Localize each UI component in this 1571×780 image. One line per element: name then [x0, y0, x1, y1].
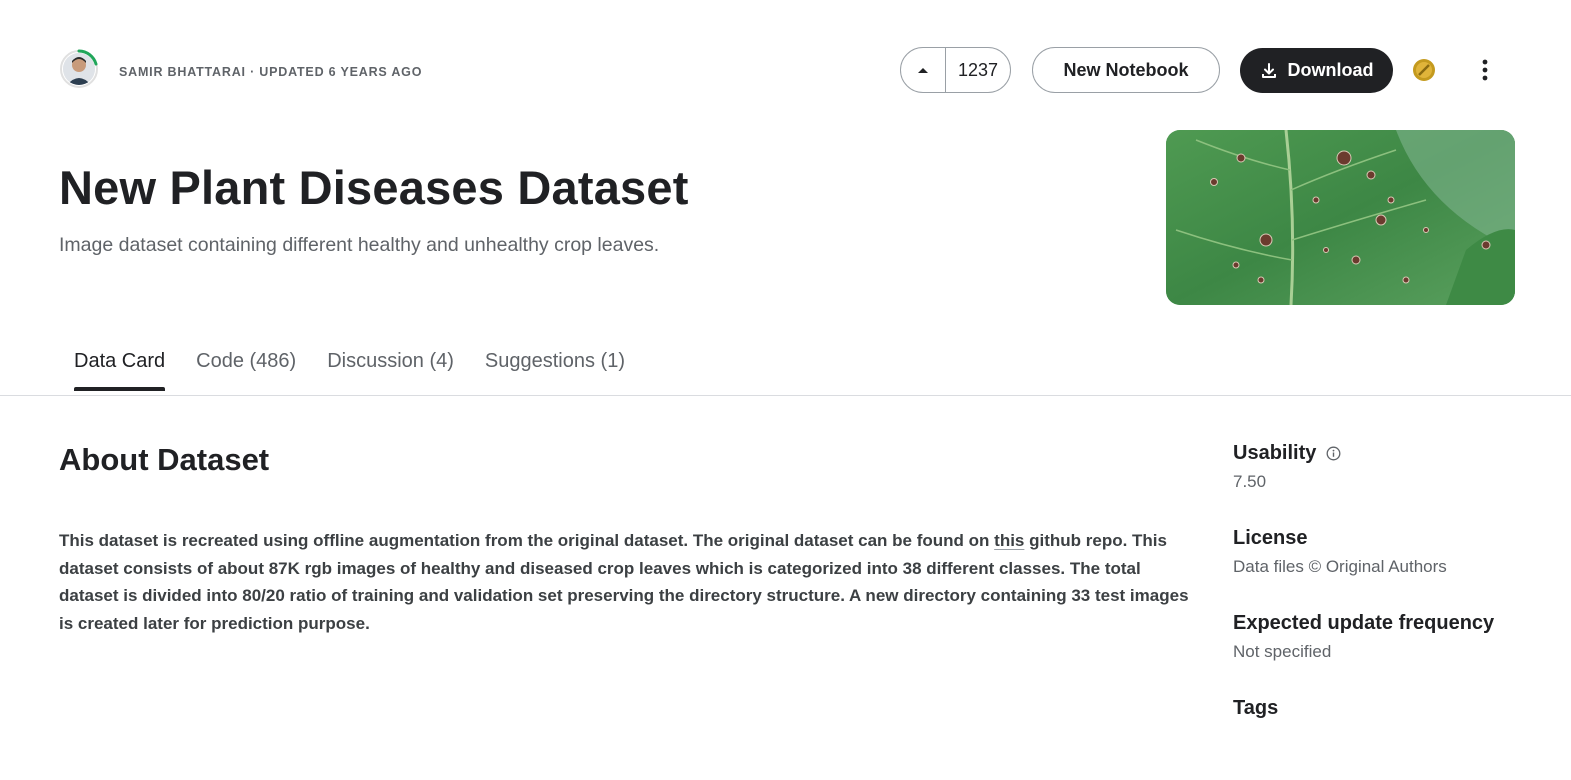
tab-code[interactable]: Code (486) [196, 350, 296, 391]
upvote-button[interactable] [901, 48, 946, 92]
dataset-tabs: Data Card Code (486) Discussion (4) Sugg… [74, 350, 625, 391]
metadata-sidebar: Usability 7.50 License Data files © Orig… [1233, 440, 1553, 780]
info-icon[interactable] [1326, 446, 1341, 461]
caret-up-icon [918, 68, 928, 73]
license-section: License Data files © Original Authors [1233, 525, 1553, 610]
usability-label: Usability [1233, 441, 1317, 464]
about-description: This dataset is recreated using offline … [59, 527, 1204, 637]
dataset-cover-image [1166, 130, 1515, 305]
page-title: New Plant Diseases Dataset [59, 161, 689, 214]
avatar [63, 53, 95, 85]
new-notebook-button[interactable]: New Notebook [1032, 47, 1220, 93]
update-frequency-value: Not specified [1233, 642, 1332, 661]
license-label: License [1233, 526, 1308, 549]
tab-suggestions[interactable]: Suggestions (1) [485, 350, 625, 391]
gold-medal-icon[interactable] [1412, 58, 1436, 82]
kebab-menu-icon[interactable] [1474, 58, 1496, 82]
author-avatar[interactable] [59, 49, 99, 89]
page-subtitle: Image dataset containing different healt… [59, 234, 660, 256]
tags-label: Tags [1233, 696, 1279, 719]
usability-value: 7.50 [1233, 472, 1267, 491]
usability-section: Usability 7.50 [1233, 440, 1553, 525]
download-label: Download [1287, 60, 1374, 80]
tab-divider [0, 395, 1571, 396]
update-frequency-section: Expected update frequency Not specified [1233, 610, 1553, 695]
license-value[interactable]: Data files © Original Authors [1233, 557, 1553, 577]
upvote-control[interactable]: 1237 [900, 47, 1011, 93]
update-frequency-label: Expected update frequency [1233, 611, 1495, 634]
github-repo-link[interactable]: this [994, 531, 1024, 550]
tab-data-card[interactable]: Data Card [74, 350, 166, 391]
about-text-start: This dataset is recreated using offline … [59, 531, 995, 550]
download-icon [1261, 62, 1276, 78]
vote-count: 1237 [957, 59, 999, 80]
download-button[interactable]: Download [1240, 48, 1393, 93]
tab-discussion[interactable]: Discussion (4) [327, 350, 454, 391]
tags-section: Tags [1233, 695, 1553, 780]
author-byline[interactable]: SAMIR BHATTARAI · UPDATED 6 YEARS AGO [119, 65, 422, 79]
about-heading: About Dataset [59, 442, 270, 477]
